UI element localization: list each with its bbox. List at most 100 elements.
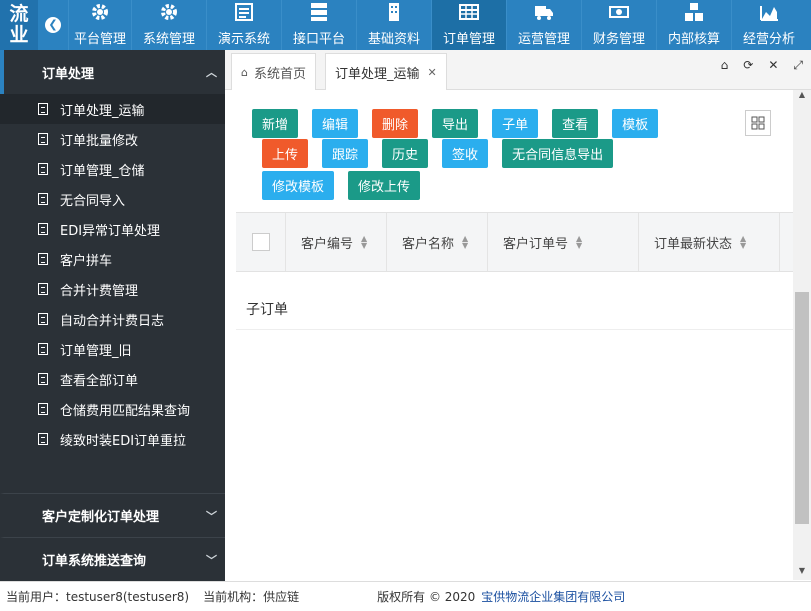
chevron-down-icon: ﹀ xyxy=(206,553,217,567)
copyright: 版权所有 © 2020 xyxy=(377,590,476,604)
scroll-down-arrow-icon[interactable]: ▼ xyxy=(793,566,811,580)
tab-bar: ⌂ 系统首页 订单处理_运输 ✕ ⌂ ⟳ ✕ ⤢ xyxy=(225,50,811,90)
grid-icon xyxy=(751,116,765,130)
sidebar-item[interactable]: 客户拼车 xyxy=(0,244,225,274)
sidebar-item[interactable]: 订单批量修改 xyxy=(0,124,225,154)
sidebar-item[interactable]: EDI异常订单处理 xyxy=(0,214,225,244)
delete-button[interactable]: 删除 xyxy=(372,109,419,138)
column-header-label: 客户名称 xyxy=(402,236,455,252)
column-header[interactable]: 客户订单号 ▲ ▼ xyxy=(488,213,639,271)
sidebar-item-label: 查看全部订单 xyxy=(60,373,139,389)
select-all-checkbox[interactable] xyxy=(252,233,270,251)
nav-item-basedata[interactable]: 基础资料 xyxy=(356,0,431,50)
document-icon xyxy=(38,103,48,115)
nav-item-orders[interactable]: 订单管理 xyxy=(431,0,506,50)
home-icon[interactable]: ⌂ xyxy=(721,58,729,73)
top-nav: 流 业 ❮ 平台管理 系统管理 演示系统 接口平台 基础资料 订单管理 运营管理… xyxy=(0,0,811,50)
scroll-up-arrow-icon[interactable]: ▲ xyxy=(793,90,811,104)
nav-label: 系统管理 xyxy=(142,32,195,47)
close-icon[interactable]: ✕ xyxy=(428,66,437,79)
sidebar-section-title: 客户定制化订单处理 xyxy=(42,510,160,525)
nav-item-operations[interactable]: 运营管理 xyxy=(506,0,581,50)
document-icon xyxy=(38,433,48,445)
sort-icon: ▲ ▼ xyxy=(361,234,368,250)
view-button[interactable]: 查看 xyxy=(552,109,599,138)
sidebar-section-order-processing[interactable]: 订单处理 ︿ xyxy=(0,50,225,94)
tab-tools: ⌂ ⟳ ✕ ⤢ xyxy=(721,58,803,73)
logo: 流 业 xyxy=(0,0,38,50)
export-button[interactable]: 导出 xyxy=(432,109,479,138)
gear-icon xyxy=(92,4,108,20)
nav-label: 经营分析 xyxy=(742,32,795,47)
add-button[interactable]: 新增 xyxy=(252,109,299,138)
sort-icon: ▲ ▼ xyxy=(740,234,747,250)
nav-label: 平台管理 xyxy=(73,32,126,47)
sidebar-item[interactable]: 订单管理_旧 xyxy=(0,334,225,364)
nav-item-interface[interactable]: 接口平台 xyxy=(281,0,356,50)
sidebar-item[interactable]: 绫致时装EDI订单重拉 xyxy=(0,424,225,454)
sub-order-button[interactable]: 子单 xyxy=(492,109,539,138)
chevron-down-icon: ﹀ xyxy=(206,509,217,523)
area-chart-icon xyxy=(760,6,778,21)
building-icon xyxy=(389,3,399,21)
sidebar-item-label: 订单管理_仓储 xyxy=(60,163,145,179)
column-toggle-button[interactable] xyxy=(745,110,771,136)
track-button[interactable]: 跟踪 xyxy=(322,139,369,168)
document-icon xyxy=(38,373,48,385)
nav-item-finance[interactable]: 财务管理 xyxy=(581,0,656,50)
table-icon xyxy=(459,4,479,20)
sidebar-item[interactable]: 合并计费管理 xyxy=(0,274,225,304)
sidebar-section-custom-orders[interactable]: 客户定制化订单处理 ﹀ xyxy=(0,493,225,537)
sidebar-item-label: 合并计费管理 xyxy=(60,283,139,299)
money-icon xyxy=(609,6,629,18)
nav-item-demo[interactable]: 演示系统 xyxy=(206,0,281,50)
nav-item-platform[interactable]: 平台管理 xyxy=(68,0,131,50)
sidebar-item-label: EDI异常订单处理 xyxy=(60,223,161,239)
server-icon xyxy=(311,3,327,21)
vertical-scrollbar[interactable]: ▲ ▼ xyxy=(793,90,811,580)
fullscreen-icon[interactable]: ⤢ xyxy=(793,58,803,73)
tab-home[interactable]: ⌂ 系统首页 xyxy=(231,53,316,90)
edit-template-button[interactable]: 修改模板 xyxy=(262,171,335,200)
current-org-label: 当前机构： xyxy=(203,590,264,604)
history-button[interactable]: 历史 xyxy=(382,139,429,168)
column-header[interactable]: 订单最新状态 ▲ ▼ xyxy=(639,213,780,271)
sidebar-item[interactable]: 查看全部订单 xyxy=(0,364,225,394)
export-no-contract-button[interactable]: 无合同信息导出 xyxy=(502,139,614,168)
divider xyxy=(236,329,793,330)
tab-order-transport[interactable]: 订单处理_运输 ✕ xyxy=(325,53,447,90)
sidebar-item-label: 订单批量修改 xyxy=(60,133,139,149)
collapse-sidebar-button[interactable]: ❮ xyxy=(38,0,68,50)
upload-button[interactable]: 上传 xyxy=(262,139,309,168)
sidebar-section-push-query[interactable]: 订单系统推送查询 ﹀ xyxy=(0,537,225,581)
nav-item-accounting[interactable]: 内部核算 xyxy=(656,0,731,50)
sidebar-item[interactable]: 自动合并计费日志 xyxy=(0,304,225,334)
refresh-icon[interactable]: ⟳ xyxy=(743,58,753,73)
footer: 当前用户： testuser8(testuser8) 当前机构： 供应链 版权所… xyxy=(0,581,811,611)
sub-order-title: 子订单 xyxy=(246,302,288,318)
scroll-thumb[interactable] xyxy=(795,292,809,524)
select-all-cell xyxy=(236,213,286,271)
column-header[interactable]: 客户名称 ▲ ▼ xyxy=(387,213,488,271)
edit-button[interactable]: 编辑 xyxy=(312,109,359,138)
cubes-icon xyxy=(685,3,703,21)
sidebar-item[interactable]: 订单管理_仓储 xyxy=(0,154,225,184)
sidebar-item[interactable]: 仓储费用匹配结果查询 xyxy=(0,394,225,424)
edit-upload-button[interactable]: 修改上传 xyxy=(348,171,421,200)
sidebar-item[interactable]: 订单处理_运输 xyxy=(0,94,225,124)
nav-item-analysis[interactable]: 经营分析 xyxy=(731,0,806,50)
document-icon xyxy=(38,193,48,205)
sidebar-item-label: 绫致时装EDI订单重拉 xyxy=(60,433,187,449)
nav-item-system[interactable]: 系统管理 xyxy=(131,0,206,50)
column-header-label: 客户订单号 xyxy=(503,236,569,252)
column-header[interactable]: 客户编号 ▲ ▼ xyxy=(286,213,387,271)
template-button[interactable]: 模板 xyxy=(612,109,659,138)
company-link[interactable]: 宝供物流企业集团有限公司 xyxy=(481,588,625,605)
nav-label: 订单管理 xyxy=(442,32,495,47)
sidebar-item-label: 订单管理_旧 xyxy=(60,343,132,359)
sidebar-item[interactable]: 无合同导入 xyxy=(0,184,225,214)
document-icon xyxy=(38,343,48,355)
document-icon xyxy=(38,223,48,235)
sign-button[interactable]: 签收 xyxy=(442,139,489,168)
close-icon[interactable]: ✕ xyxy=(768,58,778,73)
